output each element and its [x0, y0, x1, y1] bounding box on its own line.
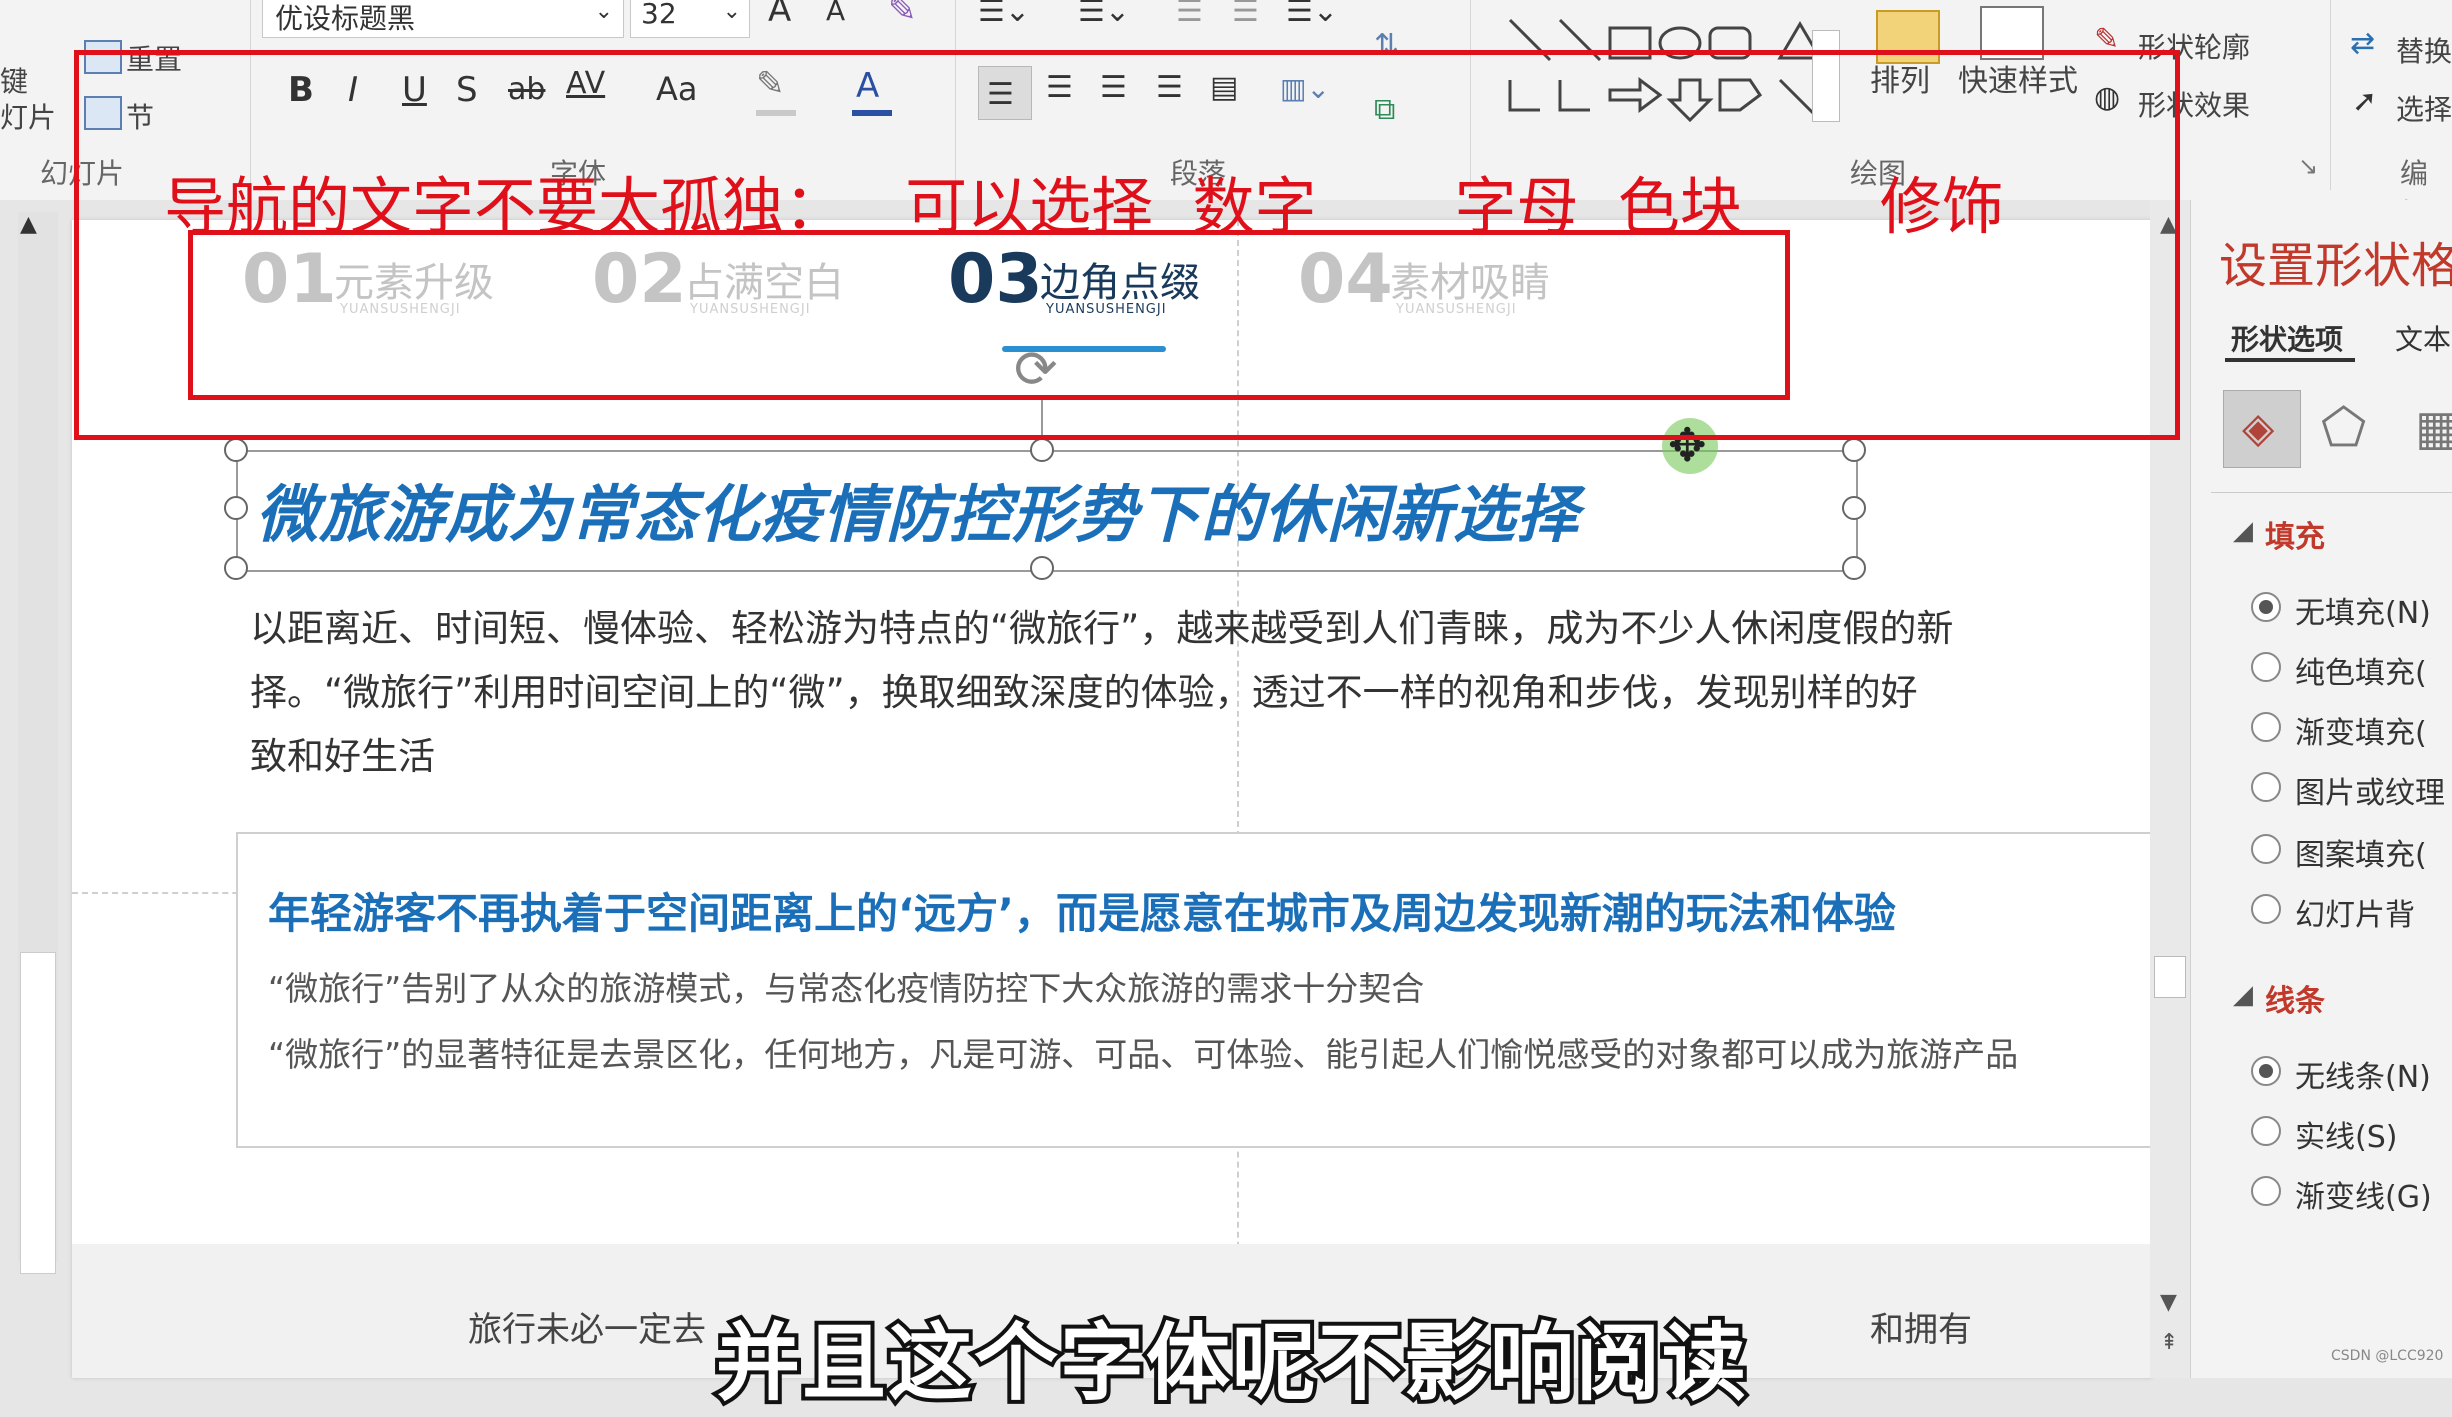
- chevron-down-icon: ⌄: [594, 0, 613, 24]
- body-line-2[interactable]: 择。“微旅行”利用时间空间上的“微”，换取细致深度的体验，透过不一样的视角和步伐…: [250, 662, 1918, 716]
- fill-option-label: 幻灯片背: [2295, 898, 2415, 933]
- font-size-select[interactable]: 32 ⌄: [630, 0, 750, 38]
- line-option-label: 实线(S): [2295, 1120, 2398, 1155]
- select-cursor-icon: ➚: [2352, 84, 2378, 119]
- line-section-header[interactable]: 线条: [2265, 976, 2325, 1020]
- collapse-fill-icon[interactable]: ◢: [2233, 516, 2253, 546]
- box-line-1[interactable]: “微旅行”告别了从众的旅游模式，与常态化疫情防控下大众旅游的需求十分契合: [268, 962, 1424, 1010]
- fill-option-label: 纯色填充(: [2295, 656, 2427, 691]
- radio-no-line[interactable]: [2251, 1056, 2281, 1086]
- footer-text-left[interactable]: 旅行未必一定去: [468, 1302, 706, 1351]
- body-line-1[interactable]: 以距离近、时间短、慢体验、轻松游为特点的“微旅行”，越来越受到人们青睐，成为不少…: [250, 598, 1953, 652]
- fill-option-label: 渐变填充(: [2295, 716, 2427, 751]
- line-option-label: 渐变线(G): [2295, 1180, 2432, 1215]
- scroll-up-icon[interactable]: ▲: [20, 212, 37, 237]
- font-name-value: 优设标题黑: [275, 2, 416, 35]
- fill-option-label: 图案填充(: [2295, 838, 2427, 873]
- resize-handle[interactable]: [1842, 556, 1866, 580]
- annotation-caption: 导航的文字不要太孤独： 可以选择 数字 字母 色块 修饰: [164, 170, 2004, 243]
- new-slide-label[interactable]: 键: [0, 60, 28, 100]
- scroll-down-icon[interactable]: ▼: [2160, 1290, 2177, 1315]
- box-heading[interactable]: 年轻游客不再执着于空间距离上的‘远方’，而是愿意在城市及周边发现新潮的玩法和体验: [268, 880, 1896, 941]
- fill-section-header[interactable]: 填充: [2265, 512, 2325, 556]
- fill-option-label: 无填充(N): [2295, 596, 2431, 631]
- paint-bucket-icon: ◈: [2242, 403, 2275, 452]
- scroll-thumb[interactable]: [20, 952, 56, 1274]
- decrease-indent-icon[interactable]: ☰: [1176, 0, 1203, 29]
- resize-handle[interactable]: [224, 556, 248, 580]
- prev-slide-icon[interactable]: ⇞: [2160, 1330, 2178, 1355]
- tab-text-options[interactable]: 文本: [2395, 318, 2451, 358]
- radio-gradient-line[interactable]: [2251, 1176, 2281, 1206]
- slide-heading[interactable]: 微旅游成为常态化疫情防控形势下的休闲新选择: [256, 464, 1579, 554]
- resize-handle[interactable]: [1842, 438, 1866, 462]
- annotation-inner-box: [188, 230, 1790, 400]
- shrink-font-button[interactable]: A: [826, 0, 845, 27]
- resize-handle[interactable]: [1842, 496, 1866, 520]
- numbering-icon[interactable]: ☰⌄: [1078, 0, 1130, 29]
- tab-shape-options[interactable]: 形状选项: [2231, 318, 2343, 358]
- fill-line-tab[interactable]: ◈: [2223, 390, 2301, 468]
- watermark: CSDN @LCC920: [2331, 1348, 2444, 1364]
- body-line-3[interactable]: 致和好生活: [250, 726, 435, 780]
- dialog-launcher-icon[interactable]: ↘: [2298, 152, 2318, 180]
- box-line-2[interactable]: “微旅行”的显著特征是去景区化，任何地方，凡是可游、可品、可体验、能引起人们愉悦…: [268, 1028, 2018, 1076]
- fill-option-label: 图片或纹理: [2295, 776, 2445, 811]
- line-option-label: 无线条(N): [2295, 1060, 2431, 1095]
- format-shape-pane: 设置形状格 形状选项 文本 ◈ ⬠ ▦ ◢ 填充 无填充(N) 纯色填充( 渐变…: [2190, 200, 2452, 1378]
- select-button[interactable]: 选择: [2396, 88, 2452, 128]
- font-size-value: 32: [641, 0, 677, 30]
- tab-underline: [2225, 358, 2355, 362]
- resize-handle[interactable]: [224, 438, 248, 462]
- collapse-line-icon[interactable]: ◢: [2233, 980, 2253, 1010]
- divider: [2211, 492, 2452, 493]
- line-spacing-icon[interactable]: ☰⌄: [1286, 0, 1338, 29]
- size-layout-icon[interactable]: ▦: [2415, 400, 2452, 456]
- divider: [2330, 0, 2331, 190]
- radio-no-fill[interactable]: [2251, 592, 2281, 622]
- footer-text-right[interactable]: 和拥有: [1870, 1302, 1972, 1351]
- replace-button[interactable]: 替换: [2396, 30, 2452, 70]
- thumbnail-scrollbar[interactable]: ▲: [18, 212, 58, 1274]
- radio-solid-fill[interactable]: [2251, 652, 2281, 682]
- increase-indent-icon[interactable]: ☰: [1232, 0, 1259, 29]
- radio-gradient-fill[interactable]: [2251, 712, 2281, 742]
- slide-label[interactable]: 灯片: [0, 96, 56, 136]
- pane-title: 设置形状格: [2219, 238, 2452, 294]
- font-name-select[interactable]: 优设标题黑 ⌄: [262, 0, 624, 38]
- resize-handle[interactable]: [1030, 556, 1054, 580]
- radio-background-fill[interactable]: [2251, 894, 2281, 924]
- chevron-down-icon: ⌄: [722, 0, 741, 24]
- scroll-thumb[interactable]: [2154, 956, 2186, 998]
- effects-pentagon-icon[interactable]: ⬠: [2321, 398, 2366, 458]
- resize-handle[interactable]: [224, 496, 248, 520]
- resize-handle[interactable]: [1030, 438, 1054, 462]
- bullets-icon[interactable]: ☰⌄: [978, 0, 1030, 29]
- radio-pattern-fill[interactable]: [2251, 834, 2281, 864]
- video-subtitle: 并且这个字体呢不影响阅读: [712, 1310, 1750, 1416]
- grow-font-button[interactable]: A: [768, 0, 791, 30]
- radio-solid-line[interactable]: [2251, 1116, 2281, 1146]
- radio-picture-fill[interactable]: [2251, 772, 2281, 802]
- clear-format-icon[interactable]: ✎: [888, 0, 917, 30]
- replace-icon: ⇄: [2350, 26, 2376, 61]
